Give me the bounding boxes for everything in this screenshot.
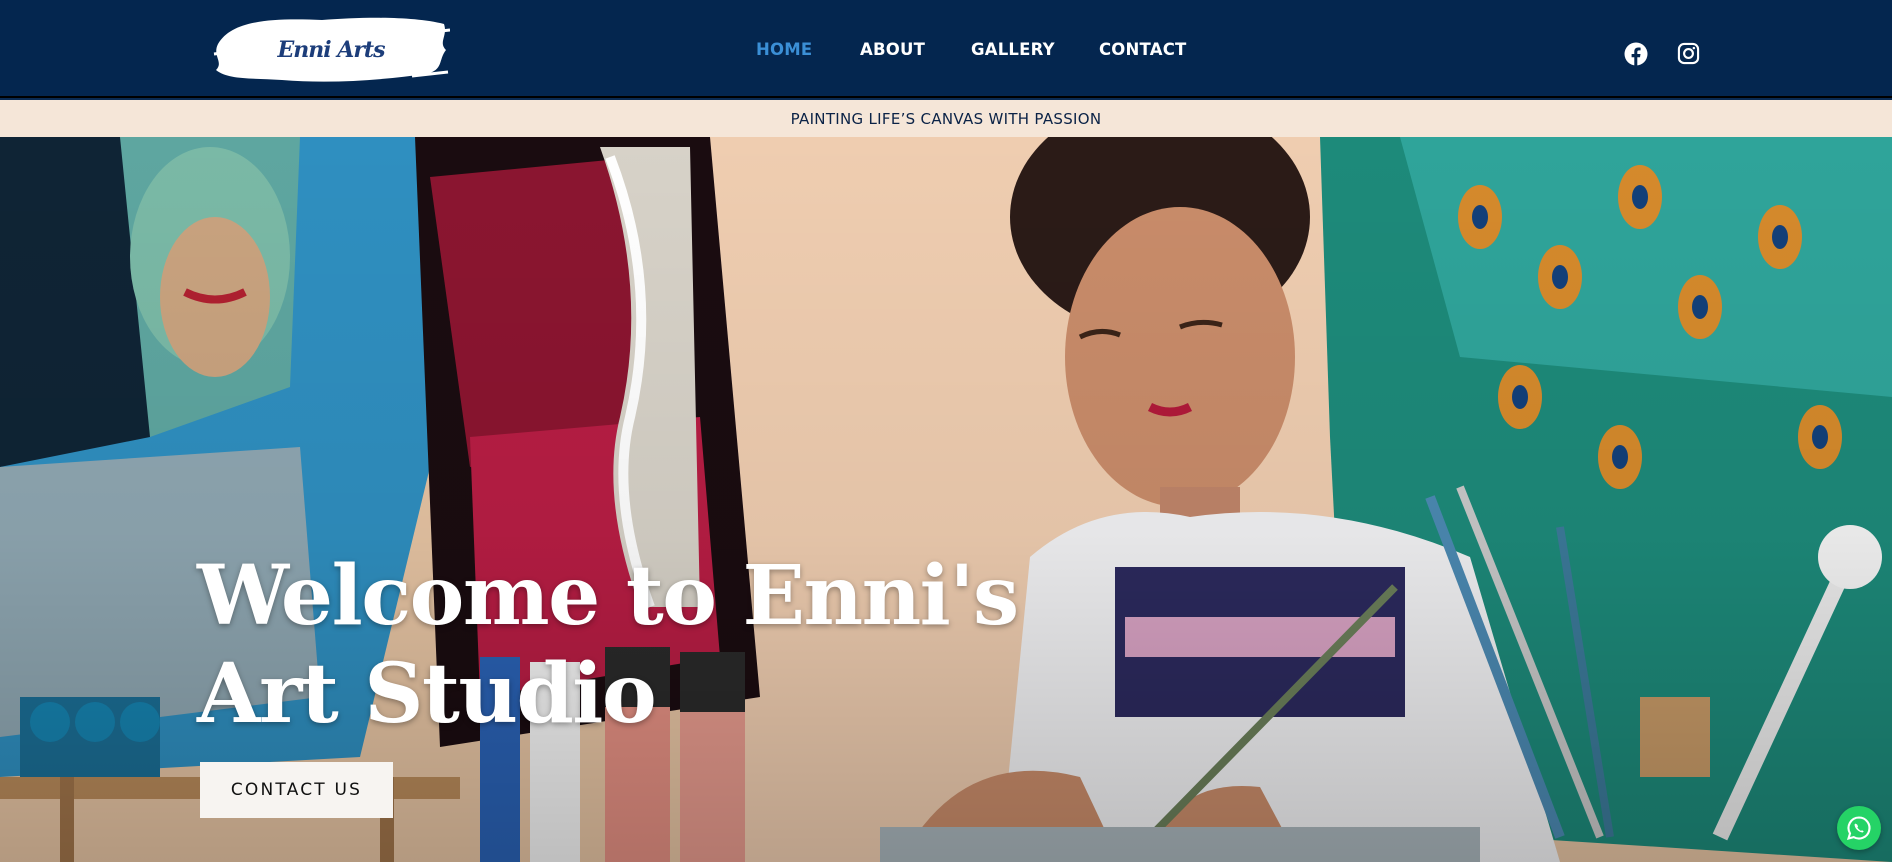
facebook-icon[interactable] (1624, 42, 1648, 66)
tagline-text: PAINTING LIFE’S CANVAS WITH PASSION (790, 109, 1102, 128)
site-header: Enni Arts HOME ABOUT GALLERY CONTACT (0, 0, 1892, 98)
logo-text: Enni Arts (277, 37, 386, 63)
nav-home[interactable]: HOME (756, 40, 860, 59)
whatsapp-icon[interactable] (1837, 806, 1881, 850)
nav-about[interactable]: ABOUT (860, 40, 971, 59)
instagram-icon[interactable] (1677, 42, 1700, 65)
hero-section: Welcome to Enni's Art Studio CONTACT US (0, 137, 1892, 862)
hero-title-line1: Welcome to Enni's (197, 548, 1019, 644)
nav-gallery[interactable]: GALLERY (971, 40, 1099, 59)
hero-overlay (0, 137, 1892, 862)
hero-title: Welcome to Enni's Art Studio (197, 547, 1097, 743)
hero-title-line2: Art Studio (197, 646, 657, 742)
site-logo[interactable]: Enni Arts (212, 14, 450, 86)
contact-us-button[interactable]: CONTACT US (200, 762, 393, 818)
tagline-bar: PAINTING LIFE’S CANVAS WITH PASSION (0, 100, 1892, 137)
main-nav: HOME ABOUT GALLERY CONTACT (756, 40, 1189, 59)
nav-contact[interactable]: CONTACT (1099, 40, 1189, 59)
